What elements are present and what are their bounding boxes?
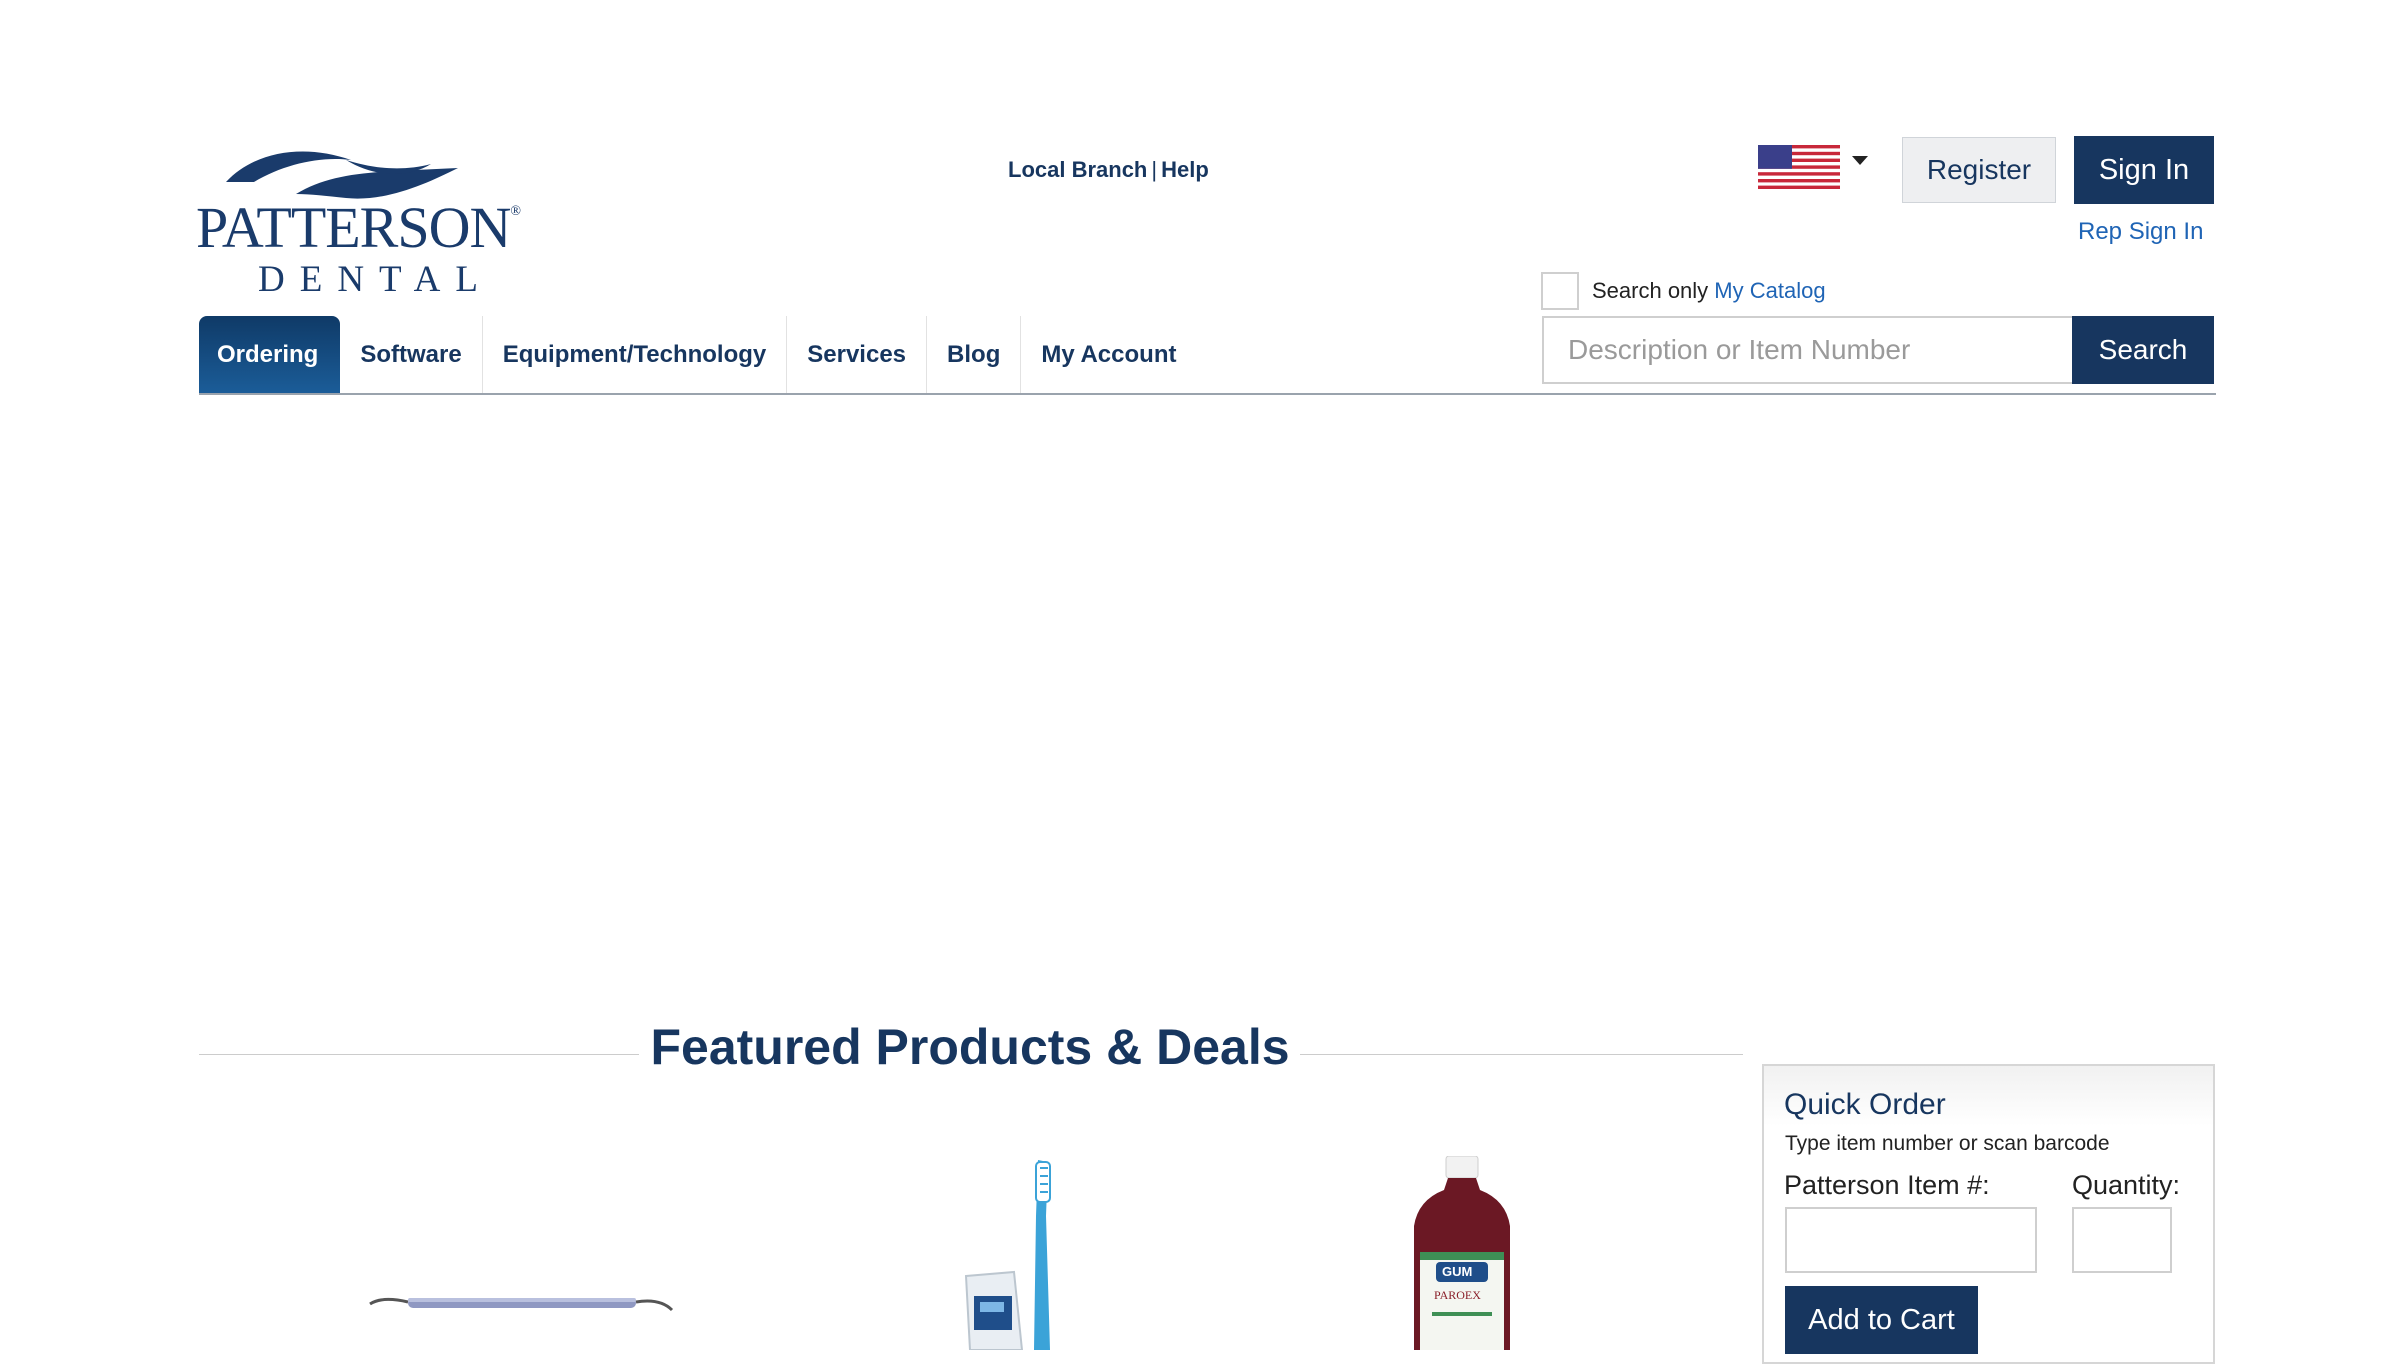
toothbrush-toothpaste-image: [964, 1160, 1051, 1351]
logo-subtitle: DENTAL: [258, 259, 494, 300]
register-button[interactable]: Register: [1902, 137, 2056, 203]
tab-equipment-technology[interactable]: Equipment/Technology: [481, 316, 787, 394]
search-catalog-label: Search only My Catalog: [1592, 278, 1826, 304]
quantity-label: Quantity:: [2072, 1170, 2181, 1200]
tab-blog[interactable]: Blog: [926, 316, 1020, 394]
featured-divider-left: [199, 1054, 639, 1055]
logo-wordmark: PATTERSON®: [196, 195, 521, 260]
caret-down-icon[interactable]: [1852, 156, 1868, 165]
tab-ordering[interactable]: Ordering: [199, 316, 341, 394]
product-gum-paroex-rinse[interactable]: GUM PAROEX: [1410, 1155, 1514, 1350]
help-link[interactable]: Help: [1161, 157, 1209, 182]
search-my-catalog-checkbox[interactable]: [1541, 272, 1579, 310]
add-to-cart-button[interactable]: Add to Cart: [1785, 1286, 1978, 1354]
paroex-label-text: PAROEX: [1434, 1288, 1481, 1302]
patterson-dental-logo[interactable]: PATTERSON® DENTAL: [196, 142, 546, 302]
my-catalog-link[interactable]: My Catalog: [1714, 278, 1825, 303]
us-flag-icon[interactable]: [1758, 145, 1840, 189]
tab-my-account[interactable]: My Account: [1020, 316, 1196, 394]
utility-links: Local Branch | Help: [1008, 157, 1209, 183]
main-nav: Ordering Software Equipment/Technology S…: [199, 316, 1196, 394]
search-input[interactable]: [1542, 316, 2072, 384]
search-button[interactable]: Search: [2072, 316, 2214, 384]
quantity-input[interactable]: [2072, 1207, 2172, 1273]
tab-software[interactable]: Software: [340, 316, 481, 394]
sign-in-button[interactable]: Sign In: [2074, 136, 2214, 204]
item-number-label: Patterson Item #:: [1784, 1170, 1990, 1200]
featured-title: Featured Products & Deals: [650, 1019, 1290, 1075]
rep-sign-in-link[interactable]: Rep Sign In: [2078, 218, 2203, 246]
featured-divider-right: [1300, 1054, 1743, 1055]
gum-label-text: GUM: [1442, 1264, 1473, 1279]
product-dental-instrument[interactable]: [368, 1290, 674, 1314]
tab-services[interactable]: Services: [786, 316, 926, 394]
quick-order-title: Quick Order: [1784, 1088, 1946, 1121]
wave-logo-icon: [226, 151, 458, 199]
nav-divider: [199, 393, 2216, 395]
gum-paroex-rinse-image: [1414, 1155, 1510, 1350]
item-number-input[interactable]: [1785, 1207, 2037, 1273]
link-separator: |: [1151, 157, 1158, 182]
product-toothbrush-kit[interactable]: [956, 1156, 1076, 1351]
local-branch-link[interactable]: Local Branch: [1008, 157, 1147, 182]
search-catalog-prefix: Search only: [1592, 278, 1715, 303]
dental-instrument-image: [369, 1297, 674, 1312]
quick-order-subtitle: Type item number or scan barcode: [1785, 1132, 2110, 1155]
